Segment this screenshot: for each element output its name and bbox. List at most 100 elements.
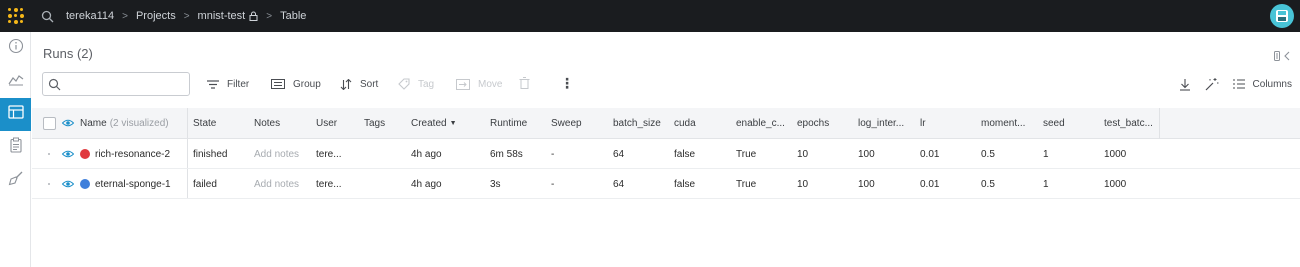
cell-user: tere...	[316, 148, 342, 160]
eye-icon[interactable]	[62, 150, 74, 158]
sort-icon	[340, 78, 352, 90]
eye-icon[interactable]	[62, 180, 74, 188]
breadcrumb: tereka114 > Projects > mnist-test > Tabl…	[66, 10, 306, 22]
move-button[interactable]: Move	[456, 72, 502, 96]
more-options-icon[interactable]: ⋮	[560, 76, 574, 90]
group-button[interactable]: Group	[271, 72, 321, 96]
avatar[interactable]	[1270, 4, 1294, 28]
delete-button[interactable]	[519, 72, 530, 96]
breadcrumb-page[interactable]: Table	[280, 10, 306, 22]
page-title: Runs (2)	[43, 46, 93, 61]
eye-icon[interactable]	[62, 119, 74, 127]
column-header-epochs[interactable]: epochs	[797, 108, 829, 138]
tag-icon	[398, 78, 410, 90]
column-header-sweep[interactable]: Sweep	[551, 108, 582, 138]
collapse-panel-control[interactable]	[1274, 48, 1290, 66]
cell-momentum: 0.5	[981, 178, 995, 190]
column-header-momentum[interactable]: moment...	[981, 108, 1025, 138]
cell-epochs: 10	[797, 178, 809, 190]
report-icon	[9, 137, 23, 158]
cell-sweep: -	[551, 148, 555, 160]
cell-user: tere...	[316, 178, 342, 190]
row-drag-handle[interactable]	[48, 183, 50, 185]
column-header-enable-cuda[interactable]: enable_c...	[736, 108, 785, 138]
trash-icon	[519, 76, 530, 92]
table-tools: Columns	[1165, 72, 1292, 96]
column-header-test-batch[interactable]: test_batc...	[1104, 108, 1153, 138]
row-drag-handle[interactable]	[48, 153, 50, 155]
column-header-cuda[interactable]: cuda	[674, 108, 696, 138]
table-header-row: Name (2 visualized) State Notes User Tag…	[32, 108, 1300, 139]
name-column-header[interactable]: Name (2 visualized)	[62, 108, 169, 138]
column-header-seed[interactable]: seed	[1043, 108, 1065, 138]
table-row[interactable]: rich-resonance-2 finished Add notes tere…	[32, 139, 1300, 169]
chevron-left-icon	[1284, 48, 1290, 66]
column-header-tags[interactable]: Tags	[364, 108, 385, 138]
breadcrumb-user[interactable]: tereka114	[66, 10, 114, 22]
table-icon	[7, 105, 24, 124]
breadcrumb-projects[interactable]: Projects	[136, 10, 176, 22]
run-color-dot[interactable]	[80, 149, 90, 159]
filter-button[interactable]: Filter	[207, 72, 249, 96]
cell-created: 4h ago	[411, 148, 442, 160]
select-all-checkbox[interactable]	[43, 117, 56, 130]
cell-lr: 0.01	[920, 178, 940, 190]
column-header-log-interval[interactable]: log_inter...	[858, 108, 904, 138]
search-icon[interactable]	[40, 9, 54, 23]
cell-lr: 0.01	[920, 148, 940, 160]
download-icon[interactable]	[1179, 78, 1191, 91]
column-divider	[187, 108, 188, 138]
cell-notes[interactable]: Add notes	[254, 169, 299, 199]
sort-button[interactable]: Sort	[340, 72, 378, 96]
chart-icon	[8, 72, 24, 91]
cell-log-interval: 100	[858, 178, 875, 190]
tag-button[interactable]: Tag	[398, 72, 434, 96]
cell-batch-size: 64	[613, 178, 625, 190]
panel-icon	[1274, 48, 1280, 66]
wandb-logo[interactable]	[0, 0, 32, 32]
created-label: Created	[411, 117, 447, 129]
run-name-cell[interactable]: eternal-sponge-1	[62, 169, 171, 199]
column-header-runtime[interactable]: Runtime	[490, 108, 527, 138]
filter-label: Filter	[227, 78, 250, 90]
table-row[interactable]: eternal-sponge-1 failed Add notes tere..…	[32, 169, 1300, 199]
runs-search-box[interactable]	[42, 72, 190, 96]
cell-cuda: false	[674, 148, 696, 160]
group-icon	[271, 79, 285, 89]
run-name[interactable]: rich-resonance-2	[95, 149, 170, 160]
column-header-state[interactable]: State	[193, 108, 216, 138]
column-divider	[187, 139, 188, 168]
column-header-notes[interactable]: Notes	[254, 108, 280, 138]
sweep-brush-icon	[8, 170, 24, 191]
column-header-lr[interactable]: lr	[920, 108, 926, 138]
column-divider	[1159, 108, 1160, 139]
search-input[interactable]	[63, 75, 185, 93]
run-color-dot[interactable]	[80, 179, 90, 189]
column-divider	[187, 169, 188, 198]
main-panel: Runs (2) Filter Group Sort Tag Move ⋮ Co…	[32, 32, 1300, 267]
column-header-created[interactable]: Created ▼	[411, 108, 457, 138]
column-header-user[interactable]: User	[316, 108, 337, 138]
sidebar-item-charts[interactable]	[0, 65, 31, 98]
run-name[interactable]: eternal-sponge-1	[95, 179, 171, 190]
filter-icon	[207, 79, 219, 89]
cell-runtime: 6m 58s	[490, 148, 523, 160]
cell-sweep: -	[551, 178, 555, 190]
sidebar-item-overview[interactable]	[0, 32, 31, 65]
search-icon	[48, 78, 61, 96]
columns-button[interactable]: Columns	[1232, 79, 1292, 90]
column-header-batch-size[interactable]: batch_size	[613, 108, 661, 138]
sidebar-item-reports[interactable]	[0, 131, 31, 164]
cell-state: failed	[193, 178, 217, 190]
sidebar-item-sweeps[interactable]	[0, 164, 31, 197]
cell-notes[interactable]: Add notes	[254, 139, 299, 169]
sidebar	[0, 32, 31, 267]
breadcrumb-project[interactable]: mnist-test	[198, 10, 246, 22]
group-label: Group	[293, 78, 321, 90]
sidebar-item-table[interactable]	[0, 98, 31, 131]
cell-cuda: false	[674, 178, 696, 190]
cell-log-interval: 100	[858, 148, 875, 160]
magic-wand-icon[interactable]	[1205, 77, 1219, 91]
cell-test-batch: 1000	[1104, 178, 1127, 190]
run-name-cell[interactable]: rich-resonance-2	[62, 139, 170, 169]
